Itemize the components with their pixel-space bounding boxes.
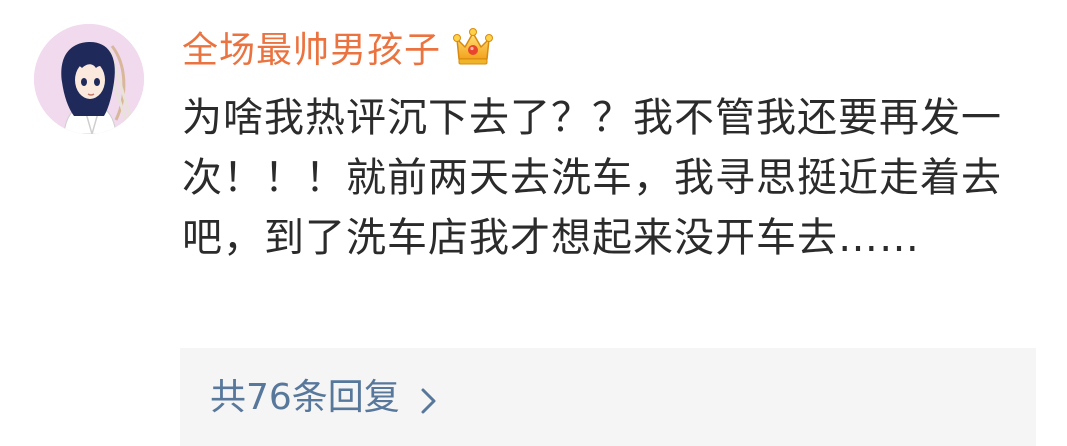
username[interactable]: 全场最帅男孩子 [182,21,441,73]
chevron-right-icon [420,383,438,414]
anime-girl-avatar-icon [34,24,144,134]
comment-text: 为啥我热评沉下去了？？我不管我还要再发一次！！！就前两天去洗车，我寻思挺近走着去… [182,95,1002,261]
reply-count-label: 共76条回复 [210,377,400,418]
crown-badge-icon [451,25,495,69]
comment-card: 全场最帅男孩子 为啥我热评沉下去了？？我不管我还要再发一次！！！就前两天去洗车，… [0,0,1067,446]
avatar[interactable] [34,24,144,134]
replies-box[interactable]: 共76条回复 [180,348,1036,446]
view-replies-link[interactable]: 共76条回复 [210,376,438,420]
username-row: 全场最帅男孩子 [182,18,495,76]
